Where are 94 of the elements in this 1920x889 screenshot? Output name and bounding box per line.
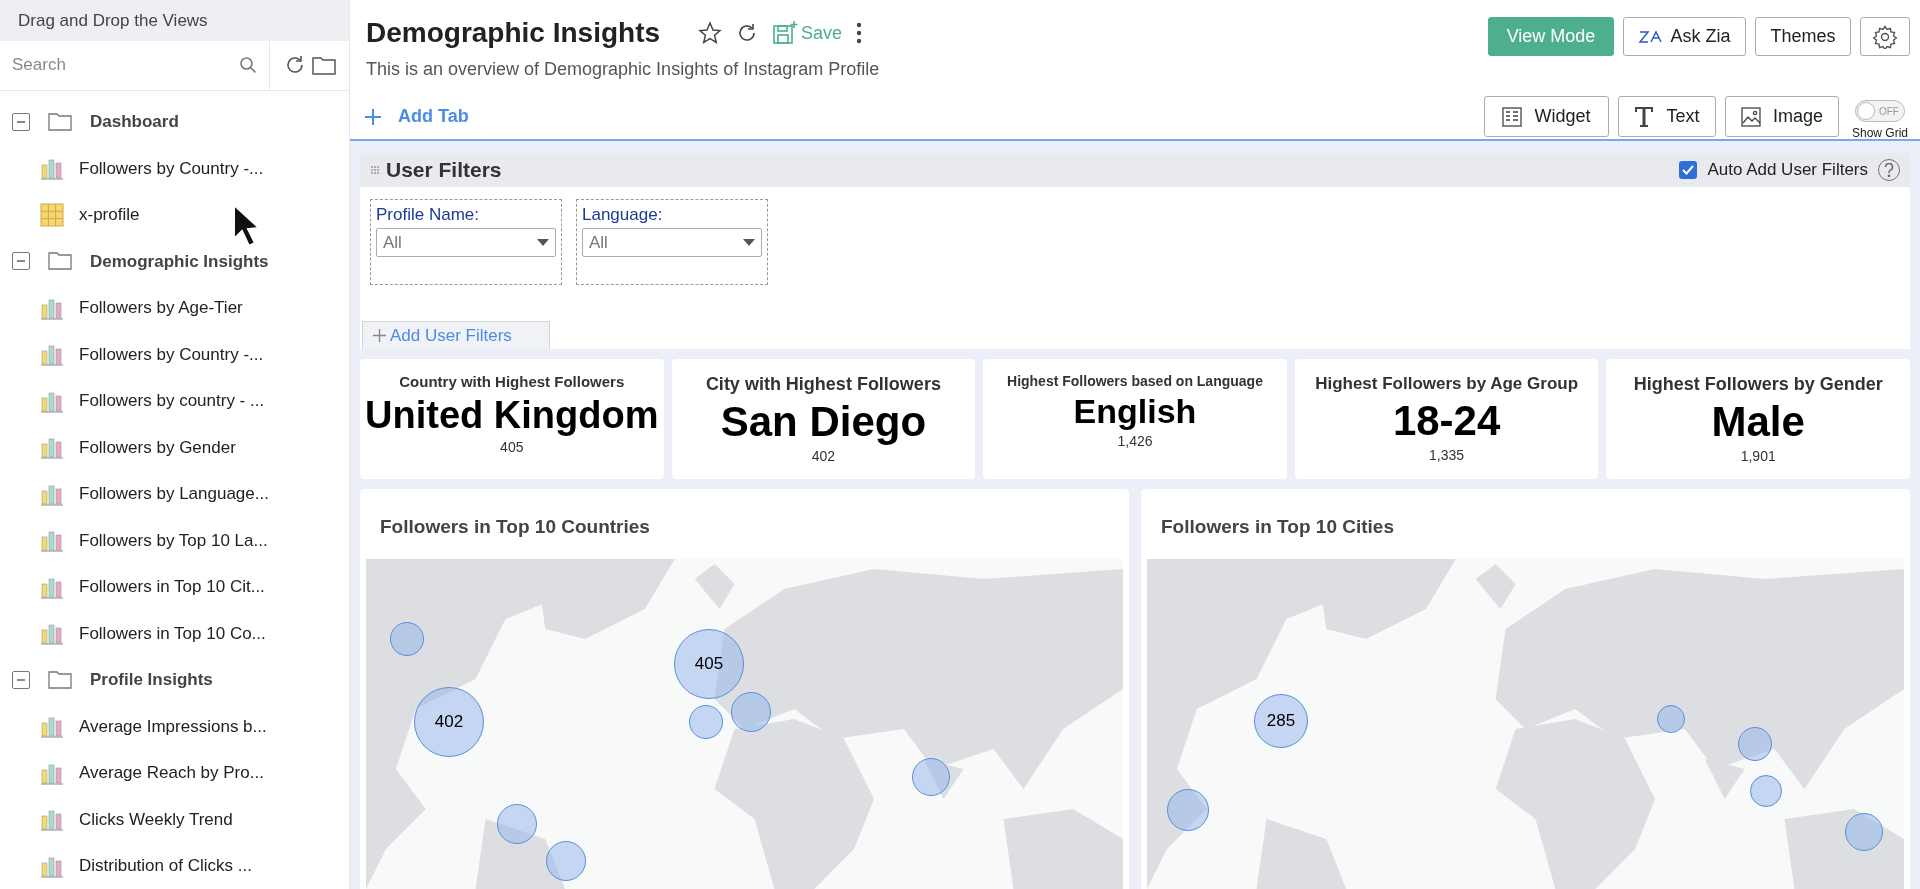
map-title: Followers in Top 10 Cities — [1160, 515, 1395, 539]
view-item[interactable]: x-profile — [79, 202, 140, 228]
filter-dropdown[interactable]: All — [376, 228, 556, 257]
map-bubble — [689, 705, 723, 739]
kpi-value: United Kingdom — [365, 393, 659, 438]
text-button[interactable]: Text — [1617, 96, 1716, 137]
collapse-icon[interactable] — [12, 252, 30, 271]
bar-chart-icon — [40, 714, 64, 739]
map-bubble — [1845, 813, 1883, 851]
bar-chart-icon — [40, 807, 64, 832]
image-icon — [1740, 106, 1761, 127]
folder-icon — [48, 251, 72, 272]
dropdown-caret-icon — [743, 239, 755, 246]
collapse-icon[interactable] — [12, 670, 30, 689]
view-item[interactable]: Followers by Country -... — [79, 155, 264, 181]
view-item[interactable]: Followers by Age-Tier — [79, 295, 243, 321]
folder-icon[interactable] — [312, 55, 336, 76]
map-title: Followers in Top 10 Countries — [379, 515, 651, 539]
view-item[interactable]: Followers by Country -... — [79, 341, 264, 367]
drag-handle-icon[interactable] — [370, 165, 380, 175]
folder-icon — [48, 669, 72, 690]
dropdown-caret-icon — [537, 239, 549, 246]
map-bubble: 402 — [414, 687, 484, 757]
bar-chart-icon — [40, 528, 64, 553]
kpi-title: City with Highest Followers — [705, 373, 941, 396]
map-bubble: 285 — [1254, 694, 1308, 748]
filter-label: Profile Name: — [376, 205, 480, 225]
folder-icon — [48, 111, 72, 132]
kpi-count: 402 — [811, 447, 836, 467]
map-bubble — [1750, 775, 1782, 807]
view-item[interactable]: Average Reach by Pro... — [79, 760, 264, 786]
filter-dropdown[interactable]: All — [582, 228, 762, 257]
view-item[interactable]: Followers by Language... — [79, 481, 269, 507]
bar-chart-icon — [40, 621, 64, 646]
folder-label[interactable]: Profile Insights — [90, 667, 213, 693]
sidebar-title: Drag and Drop the Views — [0, 0, 349, 41]
view-item[interactable]: Followers in Top 10 Cit... — [79, 574, 265, 600]
search-icon — [239, 56, 257, 75]
ask-zia-button[interactable]: Ask Zia — [1623, 17, 1746, 56]
table-icon — [40, 202, 64, 227]
map-bubble — [1657, 705, 1685, 733]
widget-button[interactable]: Widget — [1483, 96, 1609, 137]
kpi-title: Country with Highest Followers — [399, 372, 625, 392]
more-icon[interactable] — [856, 22, 863, 44]
bar-chart-icon — [40, 342, 64, 367]
themes-button[interactable]: Themes — [1755, 17, 1851, 56]
search-field[interactable]: Search — [12, 47, 239, 84]
settings-icon — [1873, 24, 1897, 49]
view-item[interactable]: Followers by Gender — [79, 434, 236, 460]
star-icon[interactable] — [698, 21, 723, 45]
checkbox[interactable] — [1679, 161, 1698, 179]
view-item[interactable]: Followers by Top 10 La... — [79, 527, 268, 553]
folder-label[interactable]: Demographic Insights — [90, 248, 269, 274]
dashboard-title: Demographic Insights — [366, 16, 661, 50]
view-item[interactable]: Clicks Weekly Trend — [79, 806, 233, 832]
view-item[interactable]: Followers in Top 10 Co... — [79, 620, 266, 646]
kpi-count: 1,335 — [1429, 445, 1465, 465]
map-bubble: 405 — [674, 629, 744, 699]
image-button[interactable]: Image — [1724, 96, 1839, 137]
filter-label: Language: — [582, 205, 664, 225]
panel-title: User Filters — [386, 157, 502, 184]
view-item[interactable]: Followers by country - ... — [79, 388, 265, 414]
widget-icon — [1502, 106, 1523, 127]
map-bubble — [497, 804, 537, 844]
toggle-label: Show Grid — [1851, 125, 1908, 142]
kpi-value: English — [1073, 392, 1197, 432]
map-bubble — [546, 841, 586, 881]
collapse-icon[interactable] — [12, 112, 30, 131]
map-bubble — [1167, 789, 1209, 831]
kpi-title: Highest Followers based on Language — [1007, 372, 1263, 391]
kpi-value: Male — [1711, 398, 1805, 447]
map-bubble — [390, 622, 424, 656]
kpi-title: Highest Followers by Age Group — [1315, 373, 1579, 395]
kpi-value: 18-24 — [1392, 396, 1501, 445]
bar-chart-icon — [40, 156, 64, 181]
kpi-count: 1,426 — [1117, 432, 1153, 452]
plus-icon — [364, 107, 382, 126]
folder-label[interactable]: Dashboard — [90, 109, 179, 135]
save-icon — [772, 20, 799, 46]
text-icon — [1634, 105, 1655, 128]
kpi-value: San Diego — [720, 398, 927, 447]
plus-icon — [373, 329, 386, 342]
map-bubble — [912, 758, 950, 796]
dashboard-description: This is an overview of Demographic Insights of Instagram Profile — [366, 58, 881, 81]
view-item[interactable]: Average Impressions b... — [79, 713, 267, 739]
map-bubble — [1738, 727, 1772, 761]
kpi-count: 1,901 — [1740, 447, 1776, 467]
bar-chart-icon — [40, 435, 64, 460]
settings-button[interactable] — [1860, 17, 1910, 56]
kpi-count: 405 — [500, 438, 524, 458]
kpi-title: Highest Followers by Gender — [1633, 373, 1883, 396]
map-bubble — [731, 692, 771, 732]
view-item[interactable]: Distribution of Clicks ... — [79, 853, 252, 879]
checkbox-label: Auto Add User Filters — [1707, 159, 1868, 182]
